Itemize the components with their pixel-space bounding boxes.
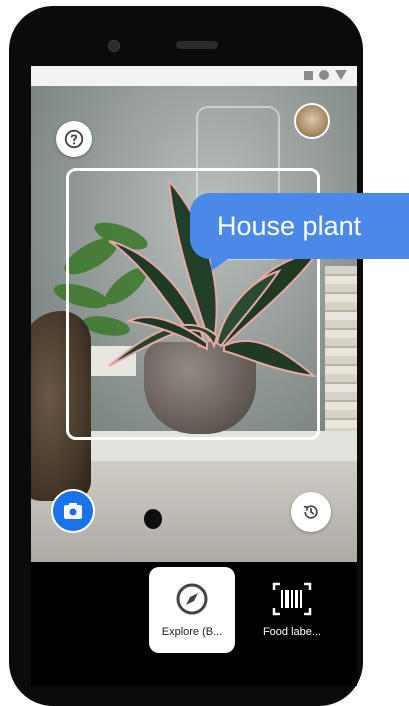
recognition-label: House plant xyxy=(217,210,362,241)
help-button[interactable] xyxy=(56,121,92,157)
history-icon xyxy=(303,505,318,519)
front-camera xyxy=(108,40,120,52)
app-screen: Explore (B... Food labe... xyxy=(31,66,357,686)
avatar-icon[interactable] xyxy=(294,103,330,139)
shutter-indicator[interactable] xyxy=(144,509,162,529)
phone-frame: Explore (B... Food labe... xyxy=(9,6,363,706)
status-icons xyxy=(304,70,347,80)
mode-explore[interactable]: Explore (B... xyxy=(149,567,235,653)
mode-explore-label: Explore (B... xyxy=(161,626,223,638)
mode-selector: Explore (B... Food labe... xyxy=(31,562,357,686)
camera-gallery-icon xyxy=(64,503,82,519)
recognition-callout[interactable]: House plant xyxy=(190,193,409,259)
square-icon xyxy=(304,70,313,80)
barcode-icon xyxy=(272,582,312,616)
compass-icon xyxy=(176,583,208,615)
triangle-icon xyxy=(335,70,347,80)
status-bar xyxy=(31,66,357,86)
earpiece-speaker xyxy=(176,41,218,49)
history-button[interactable] xyxy=(291,492,331,532)
mode-food-label-text: Food labe... xyxy=(262,626,322,638)
camera-viewfinder[interactable] xyxy=(31,86,357,562)
circle-icon xyxy=(319,70,329,80)
mode-food-label[interactable]: Food labe... xyxy=(249,567,335,653)
gallery-button[interactable] xyxy=(51,489,95,533)
help-icon xyxy=(64,129,84,149)
